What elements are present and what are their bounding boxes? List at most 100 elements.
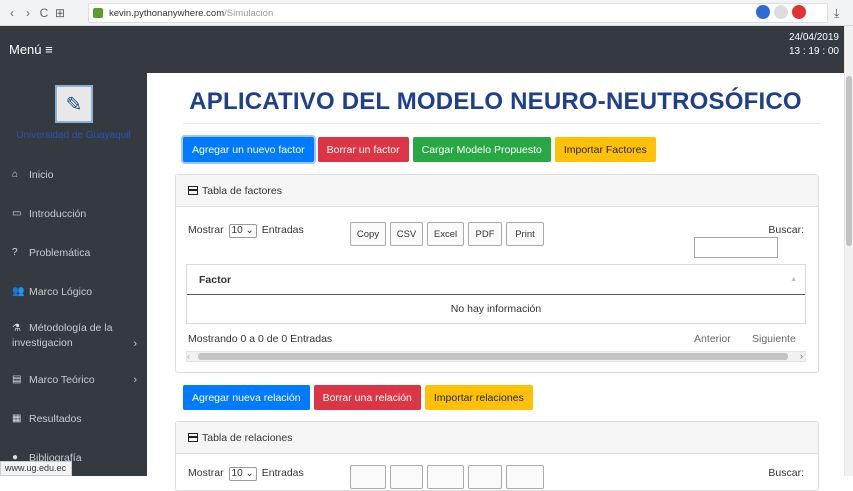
sort-icon: ▲ — [790, 276, 797, 283]
next-page-button[interactable]: Siguiente — [752, 333, 796, 345]
relation-button-row: Agregar nueva relación Borrar una relaci… — [183, 385, 533, 410]
datetime: 24/04/2019 13 : 19 : 00 — [789, 31, 839, 59]
scroll-left-icon[interactable]: ‹ — [187, 351, 190, 361]
entries-label: Entradas — [261, 224, 304, 236]
url-host: kevin.pythonanywhere.com — [109, 7, 225, 19]
book-icon: ▤ — [12, 374, 22, 385]
entries-select[interactable]: 10 ⌄ — [228, 467, 257, 481]
presentation-icon: ▭ — [12, 208, 22, 219]
lock-icon — [93, 8, 103, 18]
import-factors-button[interactable]: Importar Factores — [554, 137, 656, 162]
top-navbar: Menú ≡ 24/04/2019 13 : 19 : 00 — [0, 26, 853, 73]
users-icon: 👥 — [12, 286, 25, 297]
table-icon — [188, 433, 198, 442]
sidebar-item-label: Inicio — [29, 168, 54, 181]
import-relations-button[interactable]: Importar relaciones — [424, 385, 533, 410]
sidebar-item-label: Resultados — [29, 412, 82, 425]
entries-control: Mostrar 10 ⌄ Entradas — [188, 224, 304, 238]
university-name[interactable]: Universidad de Guayaquil — [0, 130, 147, 141]
factor-button-row: Agregar un nuevo factor Borrar un factor… — [183, 137, 656, 162]
extension-icon[interactable] — [756, 5, 770, 19]
divider — [183, 123, 820, 124]
question-icon: ? — [12, 247, 18, 258]
extension-icon[interactable] — [774, 5, 788, 19]
download-icon[interactable]: ⤓ — [834, 6, 839, 21]
sidebar-item-label: Métodología de la — [29, 322, 113, 334]
sidebar-item-problematica[interactable]: ? Problemática — [0, 233, 147, 272]
sidebar-item-label: Marco Teórico — [29, 373, 95, 386]
scrollbar-thumb[interactable] — [846, 76, 852, 246]
csv-button[interactable]: CSV — [390, 222, 423, 246]
entries-select[interactable]: 10 ⌄ — [228, 224, 257, 238]
chart-icon: ▦ — [12, 413, 22, 424]
column-header-label: Factor — [199, 273, 232, 286]
column-header-factor[interactable]: Factor ▲ — [187, 265, 805, 295]
back-icon[interactable]: ‹ — [4, 3, 20, 23]
relations-card: Tabla de relaciones Mostrar 10 ⌄ Entrada… — [175, 421, 819, 491]
sidebar-item-marco-logico[interactable]: 👥 Marco Lógico — [0, 272, 147, 311]
pdf-button[interactable] — [468, 465, 502, 489]
sidebar-item-label: Introducción — [29, 207, 87, 220]
sidebar-item-resultados[interactable]: ▦ Resultados — [0, 399, 147, 438]
search-label: Buscar: — [768, 224, 804, 236]
chevron-right-icon: › — [133, 338, 137, 350]
excel-button[interactable]: Excel — [427, 222, 464, 246]
relations-card-header: Tabla de relaciones — [176, 422, 818, 454]
show-label: Mostrar — [188, 467, 224, 479]
prev-page-button[interactable]: Anterior — [694, 333, 731, 345]
sidebar-item-marco-teorico[interactable]: ▤ Marco Teórico › — [0, 360, 147, 399]
url-text: kevin.pythonanywhere.com/Simulacion — [109, 8, 273, 19]
scrollbar-thumb[interactable] — [198, 353, 788, 360]
sidebar-item-introduccion[interactable]: ▭ Introducción — [0, 194, 147, 233]
factors-table: Factor ▲ No hay información — [186, 264, 806, 324]
sidebar-item-label: Marco Lógico — [29, 285, 93, 298]
card-title: Tabla de factores — [202, 184, 282, 197]
home-icon: ⌂ — [12, 169, 19, 180]
flask-icon: ⚗ — [12, 323, 21, 334]
card-title: Tabla de relaciones — [202, 431, 293, 444]
pdf-button[interactable]: PDF — [468, 222, 502, 246]
sidebar-item-metodologia[interactable]: ⚗ Métodología de la investigacion › — [0, 311, 147, 360]
time-text: 13 : 19 : 00 — [788, 46, 839, 57]
adblock-icon[interactable] — [792, 5, 806, 19]
sidebar: ✎ Universidad de Guayaquil ⌂ Inicio ▭ Intr… — [0, 73, 147, 476]
reload-icon[interactable]: C — [36, 3, 52, 23]
search-input[interactable] — [694, 237, 778, 258]
horizontal-scrollbar[interactable]: ‹ › — [186, 351, 806, 362]
csv-button[interactable] — [390, 465, 423, 489]
university-logo: ✎ — [55, 85, 93, 123]
print-button[interactable]: Print — [506, 222, 544, 246]
excel-button[interactable] — [427, 465, 464, 489]
sidebar-nav: ⌂ Inicio ▭ Introducción ? Problemática 👥 Mar… — [0, 155, 147, 477]
entries-value: 10 — [231, 225, 243, 236]
date-text: 24/04/2019 — [788, 32, 839, 43]
scroll-right-icon[interactable]: › — [800, 351, 803, 361]
sidebar-item-inicio[interactable]: ⌂ Inicio — [0, 155, 147, 194]
delete-relation-button[interactable]: Borrar una relación — [313, 385, 421, 410]
copy-button[interactable] — [350, 465, 386, 489]
copy-button[interactable]: Copy — [350, 222, 386, 246]
vertical-scrollbar[interactable] — [844, 26, 853, 476]
entries-label: Entradas — [261, 467, 304, 479]
entries-value: 10 — [231, 468, 243, 479]
load-model-button[interactable]: Cargar Modelo Propuesto — [412, 137, 551, 162]
table-info: Mostrando 0 a 0 de 0 Entradas — [188, 333, 333, 345]
delete-factor-button[interactable]: Borrar un factor — [317, 137, 409, 162]
address-bar[interactable]: kevin.pythonanywhere.com/Simulacion — [88, 3, 828, 23]
menu-toggle[interactable]: Menú ≡ — [9, 42, 53, 57]
factors-card-header: Tabla de factores — [176, 175, 818, 207]
chevron-right-icon: › — [133, 373, 137, 386]
forward-icon[interactable]: › — [20, 3, 36, 23]
apps-icon[interactable]: ⊞ — [52, 3, 68, 23]
sidebar-item-label: Problemática — [29, 246, 91, 259]
print-button[interactable] — [506, 465, 544, 489]
empty-row: No hay información — [450, 303, 542, 315]
add-factor-button[interactable]: Agregar un nuevo factor — [183, 137, 314, 162]
add-relation-button[interactable]: Agregar nueva relación — [183, 385, 310, 410]
show-label: Mostrar — [188, 224, 224, 236]
main-content: APLICATIVO DEL MODELO NEURO-NEUTROSÓFICO… — [147, 73, 844, 491]
search-label: Buscar: — [768, 467, 804, 479]
sidebar-item-label-2: investigacion — [12, 337, 73, 349]
extensions — [756, 5, 806, 19]
status-url: www.ug.edu.ec — [0, 461, 72, 476]
